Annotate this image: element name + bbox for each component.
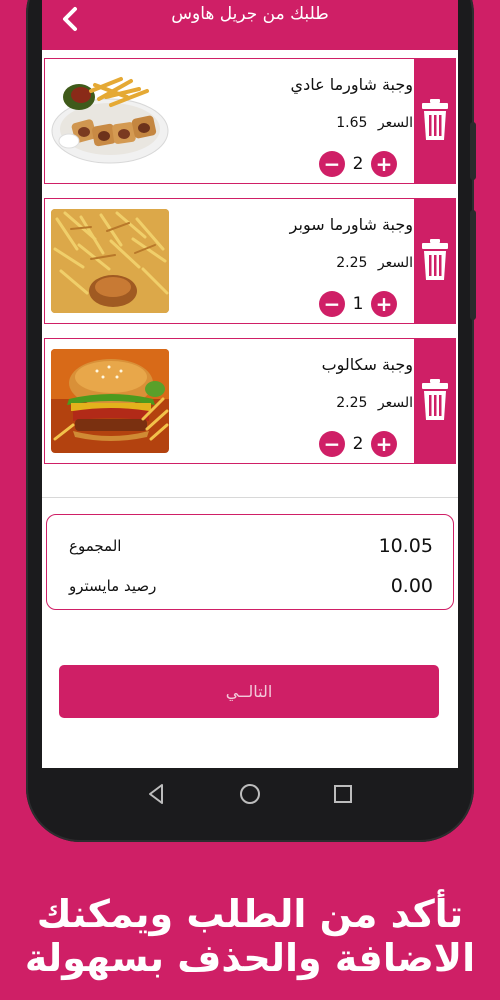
phone-side-button [470, 122, 476, 180]
promo-caption-line1: تأكد من الطلب ويمكنك [36, 892, 464, 936]
trash-icon [422, 99, 448, 140]
order-item-card: وجبة سكالوب السعر 2.25 − 2 + [44, 338, 415, 464]
order-item: وجبة سكالوب السعر 2.25 − 2 + [42, 338, 458, 464]
total-value: 10.05 [378, 535, 433, 557]
increase-button[interactable]: + [371, 291, 397, 317]
shawarma-plate-image [51, 69, 169, 173]
delete-item-button[interactable] [414, 198, 456, 324]
balance-value: 0.00 [390, 575, 433, 597]
quantity-stepper: − 1 + [319, 291, 397, 317]
quantity-value: 2 [352, 154, 364, 174]
quantity-value: 2 [352, 434, 364, 454]
decrease-button[interactable]: − [319, 291, 345, 317]
divider [42, 497, 458, 498]
price-label: السعر [377, 115, 413, 131]
price-label: السعر [377, 255, 413, 271]
increase-button[interactable]: + [371, 431, 397, 457]
price-label: السعر [377, 395, 413, 411]
order-item: وجبة شاورما عادي السعر 1.65 − 2 + [42, 58, 458, 184]
quantity-value: 1 [352, 294, 364, 314]
next-button[interactable]: التالــي [59, 665, 439, 718]
circle-home-icon[interactable] [238, 782, 262, 806]
increase-button[interactable]: + [371, 151, 397, 177]
trash-icon [422, 379, 448, 420]
summary-balance-row: رصيد مايسترو 0.00 [47, 575, 453, 605]
price-value: 2.25 [336, 395, 368, 411]
order-item-card: وجبة شاورما عادي السعر 1.65 − 2 + [44, 58, 415, 184]
trash-icon [422, 239, 448, 280]
order-summary: المجموع 10.05 رصيد مايسترو 0.00 [46, 514, 454, 610]
price-value: 1.65 [336, 115, 368, 131]
quantity-stepper: − 2 + [319, 431, 397, 457]
triangle-back-icon[interactable] [146, 782, 166, 806]
item-name: وجبة شاورما سوبر [289, 215, 413, 234]
burger-image [51, 349, 169, 453]
fries-box-image [51, 209, 169, 313]
item-name: وجبة شاورما عادي [290, 75, 413, 94]
phone-side-button-long [470, 210, 476, 320]
decrease-button[interactable]: − [319, 151, 345, 177]
square-recent-icon[interactable] [332, 782, 354, 806]
item-price-row: السعر 1.65 [336, 115, 413, 131]
balance-label: رصيد مايسترو [69, 577, 157, 595]
order-item-card: وجبة شاورما سوبر السعر 2.25 − 1 + [44, 198, 415, 324]
promo-caption-line2: الاضافة والحذف بسهولة [24, 936, 476, 980]
app-bar: طلبك من جريل هاوس [42, 0, 458, 50]
system-nav-bar [42, 768, 458, 820]
price-value: 2.25 [336, 255, 368, 271]
delete-item-button[interactable] [414, 58, 456, 184]
decrease-button[interactable]: − [319, 431, 345, 457]
delete-item-button[interactable] [414, 338, 456, 464]
item-name: وجبة سكالوب [321, 355, 413, 374]
page-title: طلبك من جريل هاوس [171, 4, 329, 24]
app-screen: طلبك من جريل هاوس وجبة شاورما عادي السعر… [42, 0, 458, 768]
item-price-row: السعر 2.25 [336, 255, 413, 271]
item-price-row: السعر 2.25 [336, 395, 413, 411]
total-label: المجموع [69, 537, 122, 555]
order-item: وجبة شاورما سوبر السعر 2.25 − 1 + [42, 198, 458, 324]
quantity-stepper: − 2 + [319, 151, 397, 177]
summary-total-row: المجموع 10.05 [47, 535, 453, 565]
